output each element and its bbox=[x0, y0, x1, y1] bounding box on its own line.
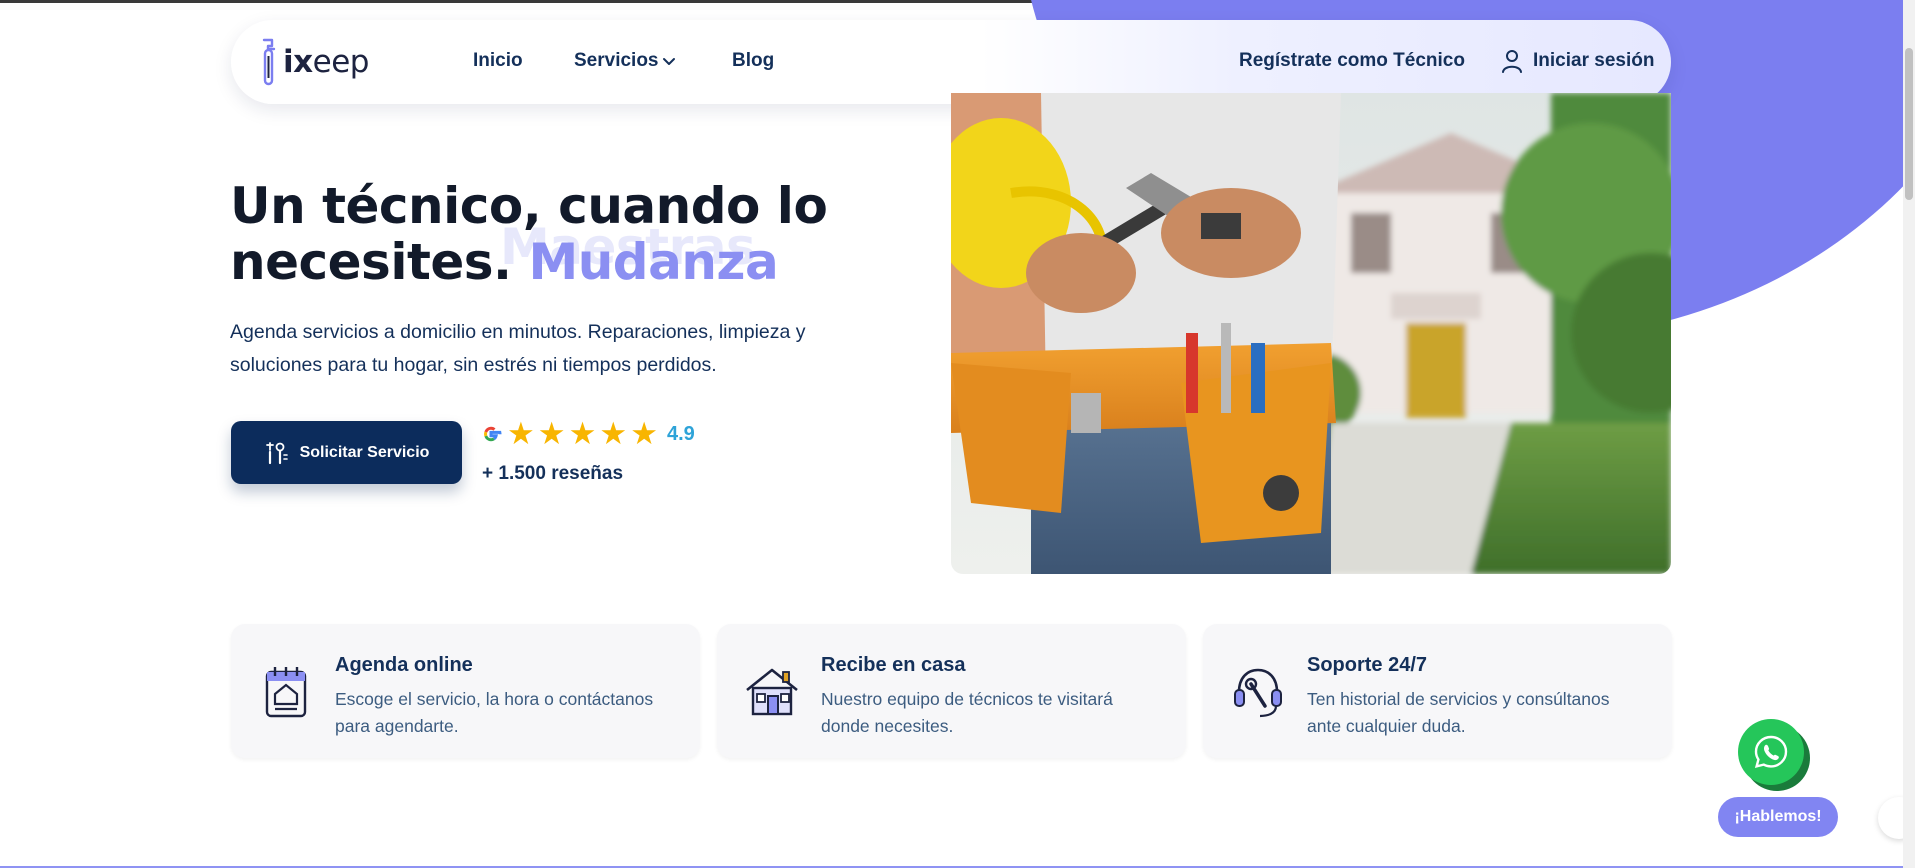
rotating-word: Mudanza bbox=[528, 233, 779, 291]
scrollbar-thumb[interactable] bbox=[1905, 48, 1913, 200]
google-icon bbox=[484, 426, 502, 442]
chat-button[interactable]: ¡Hablemos! bbox=[1718, 797, 1838, 837]
request-service-label: Solicitar Servicio bbox=[299, 443, 430, 461]
reviews-count: + 1.500 reseñas bbox=[482, 463, 624, 484]
feature-card-agenda: Agenda online Escoge el servicio, la hor… bbox=[231, 624, 700, 758]
star-icon: ★ bbox=[599, 416, 628, 451]
hero-subtitle: Agenda servicios a domicilio en minutos.… bbox=[230, 321, 806, 376]
support-icon bbox=[1234, 668, 1282, 718]
navbar: ixeep Inicio Servicios Blog Regístrate c… bbox=[231, 20, 1671, 104]
user-icon[interactable] bbox=[1501, 49, 1523, 73]
wrench-logo-icon bbox=[262, 38, 276, 86]
feature-title: Soporte 24/7 bbox=[1307, 654, 1428, 676]
chevron-down-icon[interactable] bbox=[661, 53, 677, 69]
technician-photo bbox=[951, 93, 1671, 574]
feature-title: Agenda online bbox=[335, 654, 473, 676]
page: ixeep Inicio Servicios Blog Regístrate c… bbox=[0, 0, 1915, 868]
hero-image bbox=[951, 93, 1671, 574]
nav-inicio[interactable]: Inicio bbox=[473, 50, 523, 72]
feature-description: Ten historial de servicios y consúltanos… bbox=[1307, 689, 1610, 736]
whatsapp-icon bbox=[1754, 735, 1788, 769]
feature-description: Escoge el servicio, la hora o contáctano… bbox=[335, 689, 654, 736]
feature-card-home: Recibe en casa Nuestro equipo de técnico… bbox=[717, 624, 1186, 758]
logo-text: ixeep bbox=[283, 44, 369, 80]
feature-card-support: Soporte 24/7 Ten historial de servicios … bbox=[1203, 624, 1672, 758]
star-icon: ★ bbox=[630, 416, 658, 451]
logo[interactable]: ixeep bbox=[259, 34, 369, 90]
star-icon: ★ bbox=[568, 416, 597, 451]
feature-description: Nuestro equipo de técnicos te visitará d… bbox=[821, 689, 1113, 736]
scrollbar[interactable] bbox=[1903, 0, 1915, 868]
star-icon: ★ bbox=[537, 416, 566, 451]
hero-title-line1: Un técnico, cuando lo bbox=[230, 177, 828, 235]
star-icon: ★ bbox=[507, 416, 535, 451]
whatsapp-button[interactable] bbox=[1738, 719, 1804, 785]
hero-title: Un técnico, cuando lo necesites. Mudanza bbox=[230, 178, 950, 290]
login-link[interactable]: Iniciar sesión bbox=[1533, 50, 1654, 72]
google-rating: ★ ★ ★ ★ ★ 4.9 bbox=[478, 416, 695, 451]
nav-blog[interactable]: Blog bbox=[732, 50, 774, 72]
tools-icon bbox=[265, 441, 288, 464]
request-service-button[interactable]: Solicitar Servicio bbox=[231, 421, 462, 484]
feature-title: Recibe en casa bbox=[821, 654, 966, 676]
calendar-icon bbox=[265, 667, 307, 718]
hero-title-line2: necesites. Mudanza bbox=[230, 233, 779, 291]
register-technician-link[interactable]: Regístrate como Técnico bbox=[1239, 50, 1465, 72]
house-icon bbox=[746, 668, 798, 716]
nav-servicios[interactable]: Servicios bbox=[574, 50, 659, 72]
rating-value: 4.9 bbox=[666, 422, 695, 445]
